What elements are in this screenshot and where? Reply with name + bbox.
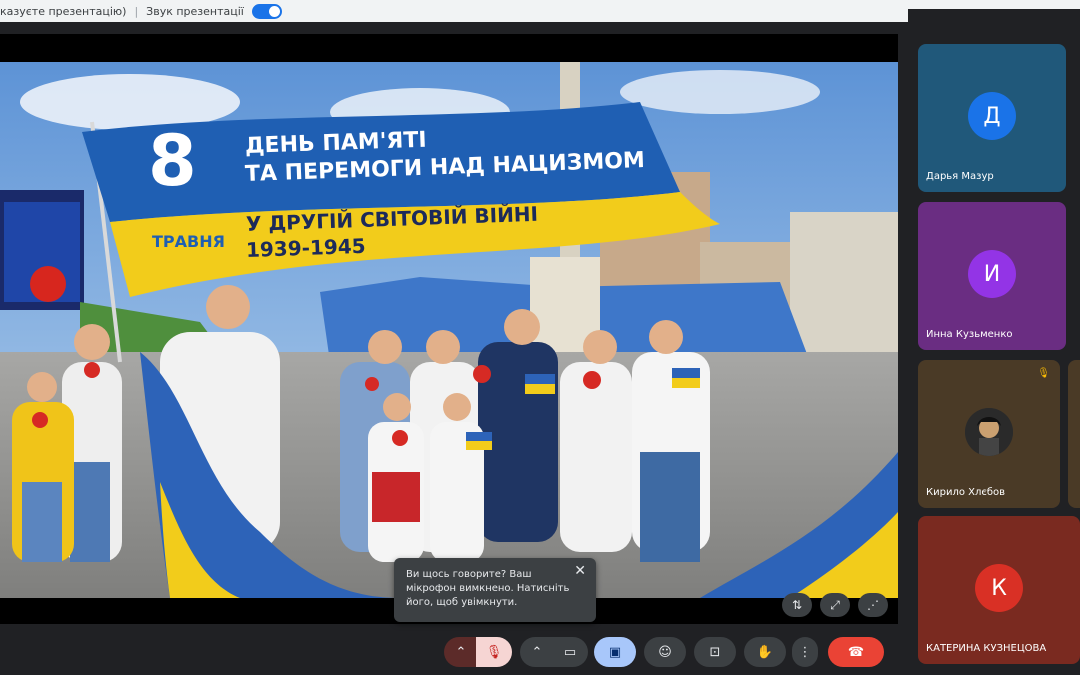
participant-name: Кирило Хлєбов — [926, 487, 1006, 498]
leave-call-button[interactable]: ☎ — [828, 637, 884, 667]
presentation-sound-label: Звук презентації — [146, 4, 244, 18]
participant-tile[interactable]: Д Дарья Мазур — [918, 44, 1066, 192]
close-icon[interactable]: ✕ — [574, 564, 586, 578]
avatar: К — [975, 564, 1023, 612]
avatar — [965, 408, 1013, 456]
tooltip-line2: мікрофон вимкнено. Натисніть — [406, 583, 570, 594]
avatar: И — [968, 250, 1016, 298]
participant-tile[interactable]: 🎙 Кирило Хлєбов — [918, 360, 1060, 508]
top-right-strip — [908, 0, 1080, 9]
participant-tile[interactable]: К КАТЕРИНА КУЗНЕЦОВА — [918, 516, 1080, 664]
reactions-button[interactable]: ☺ — [644, 637, 686, 667]
presentation-bar: казуєте презентацію) | Звук презентації — [0, 0, 908, 22]
participant-tile[interactable] — [1068, 360, 1080, 508]
camera-toggle-button[interactable]: ▭ — [552, 637, 588, 667]
presentation-slide: 8 ТРАВНЯ ДЕНЬ ПАМ'ЯТІ ТА ПЕРЕМОГИ НАД НА… — [0, 62, 898, 598]
presentation-sound-toggle[interactable] — [251, 3, 282, 19]
divider: | — [134, 4, 139, 18]
mic-muted-tooltip: Ви щось говорите? Ваш мікрофон вимкнено.… — [394, 558, 596, 622]
slide-day-number: 8 — [148, 120, 197, 202]
raise-hand-button[interactable]: ✋ — [744, 637, 786, 667]
present-screen-button[interactable]: ▣ — [594, 637, 636, 667]
mic-off-icon: 🎙 — [1037, 368, 1050, 379]
more-options-button[interactable]: ⋮ — [792, 637, 818, 667]
presenter-status-text: казуєте презентацію) — [0, 4, 127, 18]
slide-month: ТРАВНЯ — [152, 232, 225, 251]
avatar: Д — [968, 92, 1016, 140]
share-icon[interactable]: ⋰ — [858, 593, 888, 617]
stage-corner-controls: ⇅ ⤢ ⋰ — [782, 593, 888, 617]
participant-name: Дарья Мазур — [926, 171, 994, 182]
tooltip-line1: Ви щось говорите? Ваш — [406, 569, 532, 580]
captions-button[interactable]: ⊡ — [694, 637, 736, 667]
fullscreen-icon[interactable]: ⤢ — [820, 593, 850, 617]
participant-tile[interactable]: И Инна Кузьменко — [918, 202, 1066, 350]
slide-subtitle-line2: 1939-1945 — [245, 233, 366, 262]
unpin-icon[interactable]: ⇅ — [782, 593, 812, 617]
mic-options-button[interactable]: ⌃ — [444, 637, 478, 667]
participant-name: Инна Кузьменко — [926, 329, 1013, 340]
participant-name: КАТЕРИНА КУЗНЕЦОВА — [926, 643, 1047, 654]
camera-options-button[interactable]: ⌃ — [520, 637, 554, 667]
mic-toggle-button[interactable]: 🎙 — [476, 637, 512, 667]
tooltip-line3: його, щоб увімкнути. — [406, 597, 518, 608]
